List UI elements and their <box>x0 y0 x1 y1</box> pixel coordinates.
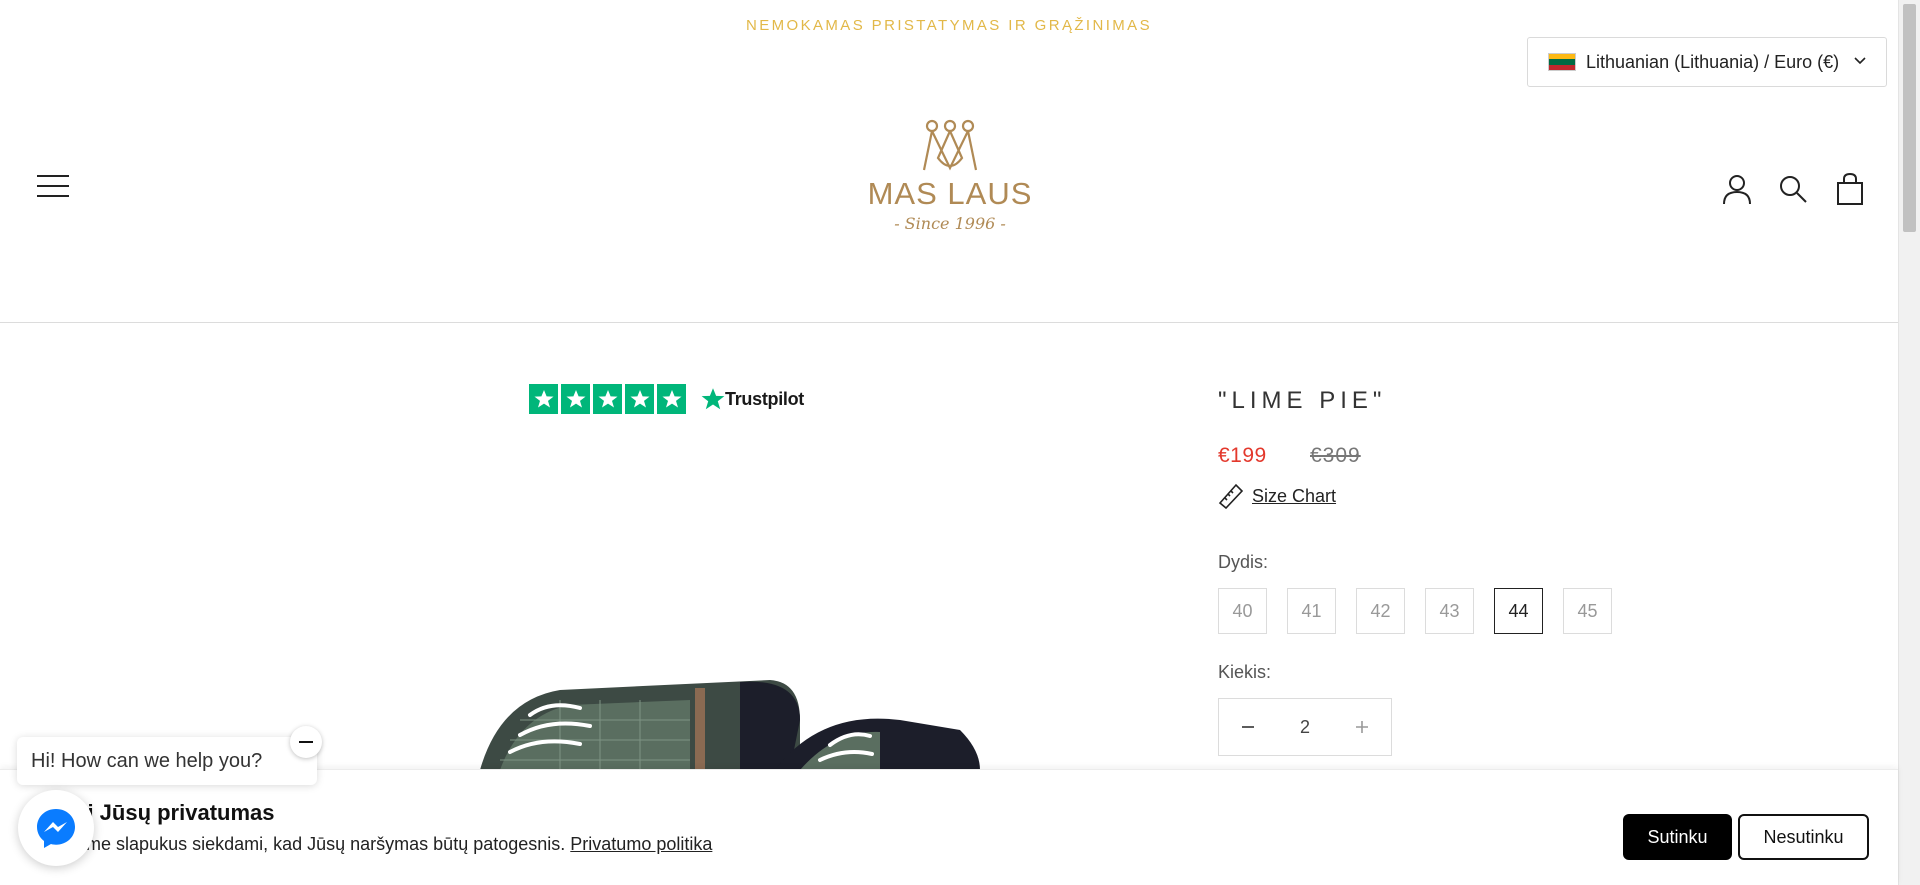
size-option-42[interactable]: 42 <box>1356 588 1405 634</box>
menu-icon[interactable] <box>37 175 69 201</box>
star-icon <box>593 384 622 414</box>
size-option-40[interactable]: 40 <box>1218 588 1267 634</box>
cart-icon[interactable] <box>1833 172 1867 206</box>
cookie-message: dojame slapukus siekdami, kad Jūsų naršy… <box>52 834 566 854</box>
quantity-value[interactable]: 2 <box>1277 717 1333 738</box>
size-label: Dydis: <box>1218 552 1269 572</box>
plus-icon <box>1356 721 1368 733</box>
size-chart-label: Size Chart <box>1252 485 1337 506</box>
quantity-decrease-button[interactable] <box>1219 699 1277 755</box>
cookie-accept-button[interactable]: Sutinku <box>1623 814 1732 860</box>
trustpilot-logo: Trustpilot <box>701 387 804 411</box>
cookie-decline-button[interactable]: Nesutinku <box>1738 814 1869 860</box>
cookie-text: dojame slapukus siekdami, kad Jūsų naršy… <box>52 834 712 855</box>
announcement-text: NEMOKAMAS PRISTATYMAS IR GRĄŽINIMAS <box>746 17 1152 34</box>
star-icon <box>529 384 558 414</box>
search-icon[interactable] <box>1776 172 1810 206</box>
size-option-44[interactable]: 44 <box>1494 588 1543 634</box>
chat-greeting-bubble[interactable]: Hi! How can we help you? <box>17 737 317 785</box>
header-divider <box>0 322 1898 323</box>
product-compare-price: €309 <box>1310 444 1361 467</box>
quantity-stepper: 2 <box>1218 698 1392 756</box>
quantity-increase-button[interactable] <box>1333 699 1391 755</box>
privacy-policy-link[interactable]: Privatumo politika <box>570 834 712 854</box>
minus-icon <box>1242 726 1254 728</box>
trustpilot-label: Trustpilot <box>725 388 804 409</box>
trustpilot-star-icon <box>701 388 725 410</box>
chat-greeting-text: Hi! How can we help you? <box>31 750 263 772</box>
quantity-label: Kiekis: <box>1218 662 1272 682</box>
size-option-41[interactable]: 41 <box>1287 588 1336 634</box>
lithuania-flag-icon <box>1548 53 1576 71</box>
trustpilot-stars <box>529 384 686 414</box>
star-icon <box>625 384 654 414</box>
size-chart-link[interactable]: Size Chart <box>1218 483 1336 509</box>
star-icon <box>657 384 686 414</box>
chevron-down-icon <box>1854 57 1866 65</box>
shoe-image <box>480 680 980 770</box>
account-icon[interactable] <box>1720 172 1754 206</box>
product-image[interactable] <box>440 660 980 770</box>
size-option-43[interactable]: 43 <box>1425 588 1474 634</box>
scrollbar-thumb[interactable] <box>1903 4 1916 232</box>
product-title: "LIME PIE" <box>1218 387 1387 414</box>
logo-since-text: - Since 1996 - <box>894 214 1006 233</box>
product-price: €199 <box>1218 444 1267 467</box>
page-scrollbar[interactable] <box>1898 0 1920 885</box>
messenger-icon <box>37 809 75 848</box>
locale-label: Lithuanian (Lithuania) / Euro (€) <box>1586 51 1840 72</box>
size-option-45[interactable]: 45 <box>1563 588 1612 634</box>
ruler-icon <box>1218 483 1244 509</box>
star-icon <box>561 384 590 414</box>
chat-close-button[interactable] <box>290 726 322 758</box>
cookie-banner: rūpi Jūsų privatumas dojame slapukus sie… <box>0 769 1898 885</box>
logo-monogram-icon <box>922 119 978 171</box>
logo-brand-text: MAS LAUS <box>867 176 1033 211</box>
minus-icon <box>299 740 313 744</box>
brand-logo[interactable]: MAS LAUS - Since 1996 - <box>850 118 1050 248</box>
size-selector: 40 41 42 43 44 45 <box>1218 588 1612 634</box>
locale-selector[interactable]: Lithuanian (Lithuania) / Euro (€) <box>1527 37 1887 87</box>
trustpilot-rating[interactable]: Trustpilot <box>529 384 804 414</box>
messenger-button[interactable] <box>18 790 94 866</box>
